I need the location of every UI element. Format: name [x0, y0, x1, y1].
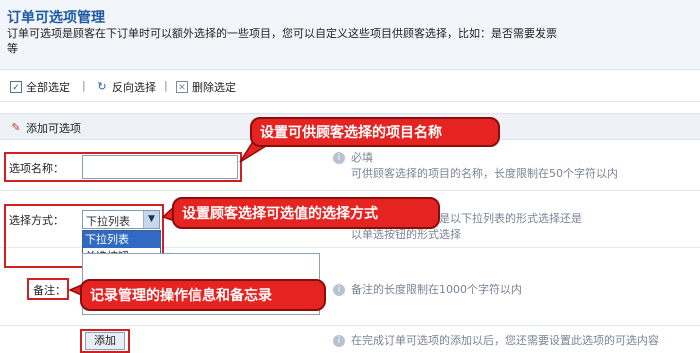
- annotation-callout-name: 设置可供顾客选择的项目名称: [250, 117, 500, 147]
- annotation-callout-method: 设置顾客选择可选值的选择方式: [172, 197, 440, 229]
- annotation-note-text: 记录管理的操作信息和备忘录: [90, 288, 272, 304]
- annotation-method-text: 设置顾客选择可选值的选择方式: [182, 206, 378, 222]
- annotation-name-text: 设置可供顾客选择的项目名称: [260, 125, 442, 141]
- annotation-callout-note: 记录管理的操作信息和备忘录: [80, 279, 326, 311]
